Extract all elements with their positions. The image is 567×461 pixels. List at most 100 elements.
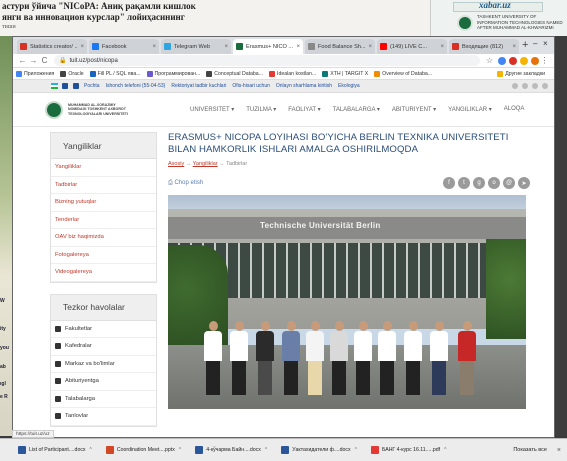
forward-arrow-icon[interactable]: → bbox=[28, 56, 39, 65]
reload-icon[interactable]: C bbox=[39, 56, 50, 65]
star-icon[interactable]: ☆ bbox=[484, 56, 495, 65]
profile-avatar[interactable] bbox=[531, 56, 539, 65]
odnoklassniki-icon[interactable]: o bbox=[488, 177, 500, 189]
topbar-link-rectorate[interactable]: Rektoriyat tadbir kuchlari bbox=[171, 83, 226, 89]
chevron-up-icon[interactable]: ^ bbox=[90, 447, 92, 453]
bookmark-label: Другие закладки bbox=[505, 70, 545, 77]
print-button[interactable]: ⎙ Chop etish bbox=[168, 180, 203, 187]
language-icon[interactable] bbox=[522, 83, 528, 89]
sidebar-item-videogallery[interactable]: Videogalereya bbox=[51, 264, 156, 282]
close-icon[interactable]: × bbox=[152, 44, 156, 50]
google-plus-icon[interactable]: g bbox=[473, 177, 485, 189]
sitemap-icon[interactable] bbox=[73, 83, 79, 89]
email-icon[interactable]: @ bbox=[503, 177, 515, 189]
close-icon[interactable]: × bbox=[368, 44, 372, 50]
bookmark-programming[interactable]: Программирован... bbox=[146, 70, 200, 77]
new-tab-button[interactable]: + bbox=[522, 40, 528, 51]
breadcrumb-home[interactable]: Asosiy bbox=[168, 161, 184, 167]
facebook-icon[interactable]: f bbox=[443, 177, 455, 189]
accessibility-icon[interactable] bbox=[62, 83, 68, 89]
telegram-icon[interactable]: ➤ bbox=[518, 177, 530, 189]
search-icon[interactable] bbox=[542, 83, 548, 89]
extension-icon[interactable] bbox=[509, 56, 517, 65]
close-icon[interactable]: × bbox=[512, 44, 516, 50]
topbar-link-hotline[interactable]: Ishonch telefoni (55-04-53) bbox=[106, 83, 166, 89]
sidebar-item-contests[interactable]: Tanlovlar bbox=[51, 408, 156, 426]
nav-university[interactable]: UNIVERSITET ▾ bbox=[190, 106, 234, 113]
minimize-icon[interactable]: – bbox=[533, 39, 537, 48]
sidebar-item-tenders[interactable]: Tenderlar bbox=[51, 212, 156, 229]
twitter-icon[interactable]: t bbox=[458, 177, 470, 189]
bookmark-overview-db[interactable]: Overview of Databa... bbox=[374, 70, 432, 77]
download-item[interactable]: List of Participant....docx ^ bbox=[14, 443, 96, 458]
bookmark-conceptual-db[interactable]: Conceptual Databa... bbox=[206, 70, 263, 77]
bookmark-oracle[interactable]: Oracle bbox=[60, 70, 84, 77]
chevron-up-icon[interactable]: ^ bbox=[355, 447, 357, 453]
bookmark-youtube[interactable]: Idealan kostlan... bbox=[269, 70, 316, 77]
chevron-up-icon[interactable]: ^ bbox=[179, 447, 181, 453]
download-item[interactable]: 4-кўчарма Байн....docx ^ bbox=[191, 443, 271, 458]
topbar-link-review[interactable]: Onlayn sharhlama kiritish bbox=[276, 83, 332, 89]
nav-applicants[interactable]: ABITURIYENT ▾ bbox=[392, 106, 436, 113]
sidebar-item-students[interactable]: Talabalarga bbox=[51, 391, 156, 408]
bookmark-plsql[interactable]: Fill PL / SQL ява... bbox=[89, 70, 141, 77]
tab-youtube[interactable]: (149) LIVE C... × bbox=[377, 39, 447, 54]
close-icon[interactable]: × bbox=[80, 44, 84, 50]
sidebar-item-applicants[interactable]: Abituriyentga bbox=[51, 373, 156, 391]
tab-favicon-icon bbox=[236, 43, 243, 50]
tab-food-balance[interactable]: Food Balance Sh... × bbox=[305, 39, 375, 54]
sidebar-item-departments[interactable]: Kafedralar bbox=[51, 338, 156, 356]
tab-erasmus[interactable]: Erasmus+ NICO ... × bbox=[233, 39, 303, 54]
chevron-up-icon[interactable]: ^ bbox=[265, 447, 267, 453]
download-item[interactable]: БАНГ 4-курс 16.11.....pdf ^ bbox=[367, 443, 451, 458]
language-icon[interactable] bbox=[532, 83, 538, 89]
sidebar-item-label: Tanlovlar bbox=[65, 413, 89, 420]
breadcrumb-news[interactable]: Yangiliklar bbox=[193, 161, 218, 167]
bookmark-apps[interactable]: Приложения bbox=[16, 70, 54, 77]
nav-contact[interactable]: ALOQA bbox=[504, 106, 525, 113]
bookmark-targit[interactable]: XTH | TARGIT X bbox=[322, 70, 368, 77]
sidebar-item-achievements[interactable]: Bizning yutuqlar bbox=[51, 194, 156, 212]
nav-activity[interactable]: FAOLIYAT ▾ bbox=[288, 106, 320, 113]
show-all-button[interactable]: Показать все bbox=[513, 447, 547, 453]
bookmark-label: Oracle bbox=[68, 70, 84, 77]
close-icon[interactable]: × bbox=[296, 44, 300, 50]
language-icon[interactable] bbox=[512, 83, 518, 89]
tab-label: Erasmus+ NICO ... bbox=[246, 43, 294, 50]
menu-dots-icon[interactable]: ⋮ bbox=[539, 56, 550, 65]
sidebar-item-faculties[interactable]: Fakultetlar bbox=[51, 321, 156, 338]
close-icon[interactable]: × bbox=[224, 44, 228, 50]
download-label: List of Participant....docx bbox=[29, 447, 86, 453]
close-window-icon[interactable]: × bbox=[543, 39, 548, 48]
sidebar-item-media[interactable]: OAV biz haqimizda bbox=[51, 229, 156, 247]
sidebar-item-photogallery[interactable]: Fotogalereya bbox=[51, 247, 156, 264]
nav-students[interactable]: TALABALARGA ▾ bbox=[333, 106, 380, 113]
pdf-file-icon bbox=[370, 446, 379, 454]
bg-fragment: ıgl bbox=[0, 381, 6, 387]
sidebar-item-events[interactable]: Tadbirlar bbox=[51, 177, 156, 194]
browser-window: Statistics creator/ ... × Facebook × Teleg… bbox=[12, 36, 555, 438]
sidebar-item-news[interactable]: Yangiliklar bbox=[51, 159, 156, 177]
topbar-link-ecology[interactable]: Ekologiya bbox=[338, 83, 360, 89]
sidebar-item-centers[interactable]: Markaz va bo'limlar bbox=[51, 356, 156, 373]
close-icon[interactable]: × bbox=[440, 44, 444, 50]
uzbek-flag-icon bbox=[51, 83, 58, 89]
download-item[interactable]: Уактахидатели ф....docx ^ bbox=[277, 443, 361, 458]
tab-statistics[interactable]: Statistics creator/ ... × bbox=[17, 39, 87, 54]
extension-icon[interactable] bbox=[520, 56, 528, 65]
nav-news[interactable]: YANGILIKLAR ▾ bbox=[448, 106, 492, 113]
nav-structure[interactable]: TUZILMA ▾ bbox=[246, 106, 276, 113]
topbar-link-mail[interactable]: Pochta bbox=[84, 83, 100, 89]
tab-facebook[interactable]: Facebook × bbox=[89, 39, 159, 54]
back-arrow-icon[interactable]: ← bbox=[17, 56, 28, 65]
bookmark-other[interactable]: Другие закладки bbox=[497, 70, 545, 77]
tab-telegram[interactable]: Telegram Web × bbox=[161, 39, 231, 54]
tab-gmail[interactable]: Входящие (812) × bbox=[449, 39, 519, 54]
url-input[interactable]: 🔒 tuit.uz/post/nicopa bbox=[54, 55, 480, 66]
chevron-up-icon[interactable]: ^ bbox=[444, 447, 446, 453]
topbar-link-office[interactable]: Ofis-hisari uchun bbox=[232, 83, 270, 89]
university-logo-icon[interactable] bbox=[45, 100, 63, 119]
download-item[interactable]: Coordination Meet....pptx ^ bbox=[102, 443, 185, 458]
extension-icon[interactable] bbox=[498, 56, 506, 65]
close-icon[interactable]: × bbox=[557, 447, 561, 454]
